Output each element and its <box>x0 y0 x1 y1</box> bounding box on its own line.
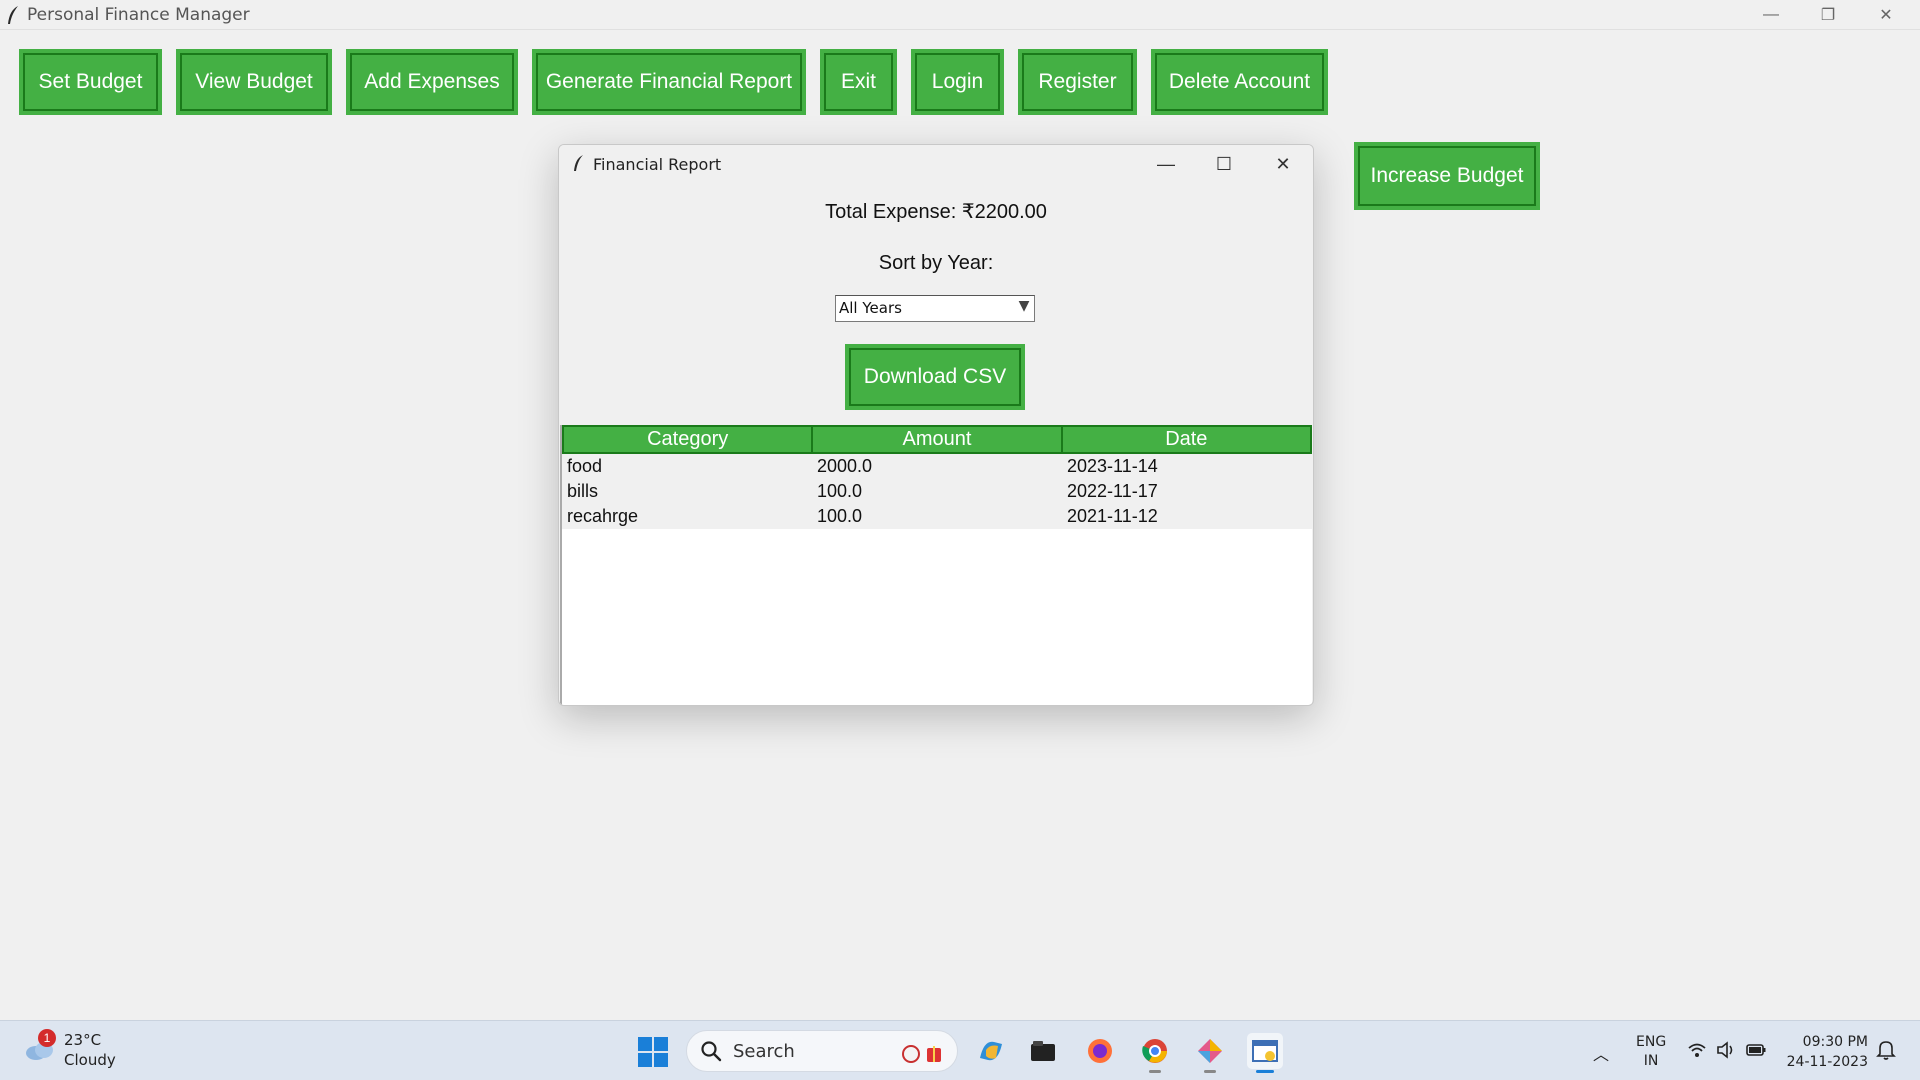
system-clock[interactable]: 09:30 PM 24-11-2023 <box>1786 1032 1868 1072</box>
close-button[interactable]: ✕ <box>1858 0 1914 30</box>
weather-temp: 23°C <box>64 1031 102 1049</box>
running-indicator <box>1204 1070 1216 1073</box>
dialog-minimize-button[interactable]: — <box>1141 147 1191 181</box>
register-button[interactable]: Register <box>1018 49 1137 115</box>
cell-category: bills <box>567 481 599 501</box>
file-explorer-app-icon[interactable] <box>1025 1033 1061 1069</box>
cell-category: recahrge <box>567 506 639 526</box>
windows-logo-tile <box>654 1053 668 1067</box>
language-indicator[interactable]: ENG IN <box>1636 1033 1666 1071</box>
generate-report-button[interactable]: Generate Financial Report <box>532 49 806 115</box>
feather-icon <box>574 155 583 171</box>
cell-amount: 2000.0 <box>817 456 873 476</box>
cell-date: 2023-11-14 <box>1067 456 1158 476</box>
python-idle-app-icon[interactable] <box>1192 1033 1228 1073</box>
notification-bell-icon[interactable] <box>1876 1039 1896 1061</box>
total-expense-label: Total Expense: ₹2200.00 <box>825 201 1047 223</box>
clock-time: 09:30 PM <box>1802 1034 1868 1050</box>
sort-by-year-label: Sort by Year: <box>878 252 994 274</box>
wifi-icon[interactable] <box>1687 1041 1707 1059</box>
python-tk-app-icon[interactable] <box>1247 1033 1283 1073</box>
tray-overflow-chevron-up-icon[interactable]: ︿ <box>1593 1041 1609 1065</box>
clock-date: 24-11-2023 <box>1786 1054 1868 1070</box>
region-code: IN <box>1643 1053 1659 1069</box>
table-row[interactable]: recahrge 100.0 2021-11-12 <box>562 504 1312 529</box>
minimize-icon: — <box>1763 6 1779 23</box>
year-select-value: All Years <box>839 299 902 317</box>
exit-button[interactable]: Exit <box>820 49 897 115</box>
python-window-icon <box>1252 1040 1278 1062</box>
feather-icon <box>8 6 18 24</box>
close-icon: ✕ <box>1275 153 1291 174</box>
copilot-app-icon[interactable] <box>973 1033 1009 1069</box>
taskbar-search[interactable]: Search <box>686 1030 958 1072</box>
volume-icon[interactable] <box>1716 1041 1736 1059</box>
restore-button[interactable]: ❐ <box>1800 0 1856 30</box>
cell-amount: 100.0 <box>817 481 863 501</box>
windows-logo-tile <box>638 1037 652 1051</box>
restore-icon: ❐ <box>1820 7 1836 24</box>
financial-report-dialog: Financial Report — ☐ ✕ Total Expense: ₹2… <box>558 144 1314 706</box>
login-button[interactable]: Login <box>911 49 1004 115</box>
windows-logo-tile <box>654 1037 668 1051</box>
weather-badge: 1 <box>38 1029 56 1047</box>
set-budget-button[interactable]: Set Budget <box>19 49 162 115</box>
folder-icon <box>1031 1041 1055 1061</box>
dropdown-arrow-icon[interactable]: ▼ <box>1016 298 1032 319</box>
start-button[interactable] <box>638 1037 668 1067</box>
dialog-close-button[interactable]: ✕ <box>1258 147 1308 181</box>
add-expenses-button[interactable]: Add Expenses <box>346 49 518 115</box>
column-header-amount[interactable]: Amount <box>813 427 1063 452</box>
cell-amount: 100.0 <box>817 506 863 526</box>
year-select[interactable]: All Years ▼ <box>835 295 1035 322</box>
active-indicator <box>1256 1070 1274 1073</box>
windows-logo-tile <box>638 1053 652 1067</box>
increase-budget-button[interactable]: Increase Budget <box>1354 142 1540 210</box>
expense-table: Category Amount Date food 2000.0 2023-11… <box>560 425 1312 705</box>
table-row[interactable]: bills 100.0 2022-11-17 <box>562 479 1312 504</box>
firefox-icon <box>1088 1039 1112 1063</box>
search-icon <box>701 1041 722 1062</box>
column-header-date[interactable]: Date <box>1063 427 1310 452</box>
cell-category: food <box>567 456 603 476</box>
maximize-icon: ☐ <box>1215 153 1233 174</box>
copilot-icon <box>980 1041 1002 1061</box>
download-csv-button[interactable]: Download CSV <box>845 344 1025 410</box>
dialog-maximize-button[interactable]: ☐ <box>1199 147 1249 181</box>
minimize-button[interactable]: — <box>1743 0 1799 30</box>
chrome-app-icon[interactable] <box>1137 1033 1173 1073</box>
kite-icon <box>1198 1039 1222 1063</box>
table-row[interactable]: food 2000.0 2023-11-14 <box>562 454 1312 479</box>
column-header-category[interactable]: Category <box>564 427 814 452</box>
table-header: Category Amount Date <box>562 425 1312 454</box>
search-highlight-icon <box>902 1045 941 1063</box>
battery-icon[interactable] <box>1746 1041 1766 1059</box>
cell-date: 2022-11-17 <box>1067 481 1158 501</box>
dialog-title: Financial Report <box>593 155 722 174</box>
dialog-titlebar[interactable]: Financial Report — ☐ ✕ <box>559 145 1313 183</box>
view-budget-button[interactable]: View Budget <box>176 49 332 115</box>
search-placeholder: Search <box>733 1041 795 1062</box>
close-icon: ✕ <box>1879 7 1893 24</box>
language-code: ENG <box>1636 1034 1667 1050</box>
running-indicator <box>1149 1070 1161 1073</box>
delete-account-button[interactable]: Delete Account <box>1151 49 1328 115</box>
taskbar: 1 23°C Cloudy Search ︿ ENG IN 09:30 PM 2… <box>0 1020 1920 1080</box>
window-title: Personal Finance Manager <box>27 5 250 25</box>
cell-date: 2021-11-12 <box>1067 506 1158 526</box>
chrome-icon <box>1142 1039 1167 1063</box>
main-titlebar: Personal Finance Manager — ❐ ✕ <box>0 0 1920 30</box>
firefox-app-icon[interactable] <box>1082 1033 1118 1069</box>
weather-condition: Cloudy <box>64 1051 116 1069</box>
minimize-icon: — <box>1157 153 1175 174</box>
